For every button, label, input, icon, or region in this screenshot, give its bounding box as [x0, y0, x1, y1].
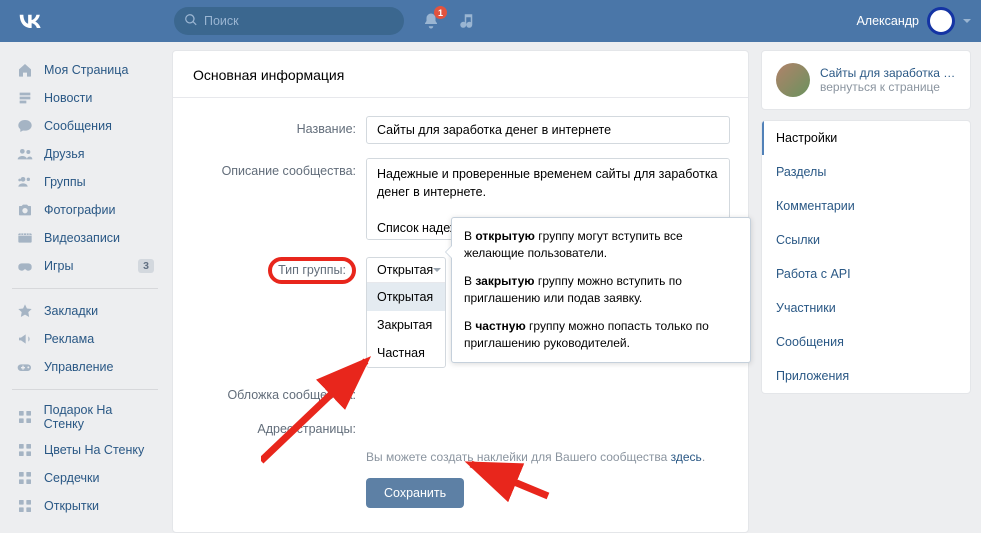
nav-item[interactable]: Управление: [10, 353, 160, 381]
select-value[interactable]: Открытая: [367, 258, 445, 282]
annotation-arrow: [463, 456, 553, 506]
community-name: Сайты для заработка де...: [820, 66, 960, 80]
nav-label: Закладки: [44, 304, 98, 318]
nav-item[interactable]: Сердечки: [10, 464, 160, 492]
nav-item[interactable]: Моя Страница: [10, 56, 160, 84]
sticker-hint-suffix: .: [702, 450, 705, 464]
groups-icon: [16, 173, 34, 191]
home-icon: [16, 61, 34, 79]
user-avatar: [927, 7, 955, 35]
nav-item[interactable]: Открытки: [10, 492, 160, 520]
search-icon: [184, 13, 204, 30]
nav-label: Игры: [44, 259, 73, 273]
group-type-tooltip: В открытую группу могут вступить все жел…: [451, 217, 751, 363]
notif-badge: 1: [434, 6, 447, 19]
video-icon: [16, 229, 34, 247]
app-icon: [16, 441, 34, 459]
label-group-type: Тип группы:: [268, 257, 356, 284]
manage-icon: [16, 358, 34, 376]
header-icons: 1: [422, 12, 476, 30]
app-icon: [16, 497, 34, 515]
username: Александр: [856, 14, 919, 28]
nav-item[interactable]: Игры 3: [10, 252, 160, 280]
right-sidebar: Сайты для заработка де... вернуться к ст…: [761, 50, 971, 394]
select-current: Открытая: [377, 263, 433, 277]
main-panel: Основная информация Название: Описание с…: [172, 50, 749, 533]
settings-tab[interactable]: Работа с API: [762, 257, 970, 291]
nav-label: Группы: [44, 175, 86, 189]
ads-icon: [16, 330, 34, 348]
games-icon: [16, 257, 34, 275]
nav-label: Фотографии: [44, 203, 115, 217]
left-nav: Моя Страница Новости Сообщения Друзья Группы…: [10, 50, 160, 528]
label-name: Название:: [191, 116, 366, 136]
nav-label: Подарок На Стенку: [44, 403, 154, 431]
search-box[interactable]: [174, 7, 404, 35]
friends-icon: [16, 145, 34, 163]
settings-tab[interactable]: Сообщения: [762, 325, 970, 359]
nav-label: Моя Страница: [44, 63, 128, 77]
nav-label: Сообщения: [44, 119, 112, 133]
settings-tab[interactable]: Приложения: [762, 359, 970, 393]
nav-label: Управление: [44, 360, 114, 374]
chevron-down-icon: [433, 268, 441, 272]
nav-item[interactable]: Реклама: [10, 325, 160, 353]
nav-label: Реклама: [44, 332, 94, 346]
name-input[interactable]: [366, 116, 730, 144]
nav-label: Новости: [44, 91, 92, 105]
nav-divider: [12, 389, 158, 390]
sticker-hint-link[interactable]: здесь: [671, 450, 702, 464]
chevron-down-icon: [963, 19, 971, 23]
music-icon[interactable]: [458, 12, 476, 30]
community-avatar: [776, 63, 810, 97]
select-option[interactable]: Открытая: [367, 283, 445, 311]
label-description: Описание сообщества:: [191, 158, 366, 178]
annotation-arrow: [261, 351, 381, 471]
notifications-icon[interactable]: 1: [422, 12, 440, 30]
app-icon: [16, 408, 34, 426]
community-card[interactable]: Сайты для заработка де... вернуться к ст…: [761, 50, 971, 110]
tooltip-arrow-icon: [446, 246, 452, 258]
nav-item[interactable]: Фотографии: [10, 196, 160, 224]
nav-badge: 3: [138, 259, 154, 273]
settings-tab[interactable]: Разделы: [762, 155, 970, 189]
nav-label: Сердечки: [44, 471, 99, 485]
settings-tabs: НастройкиРазделыКомментарииСсылкиРабота …: [761, 120, 971, 394]
save-button[interactable]: Сохранить: [366, 478, 464, 508]
news-icon: [16, 89, 34, 107]
user-menu[interactable]: Александр: [856, 7, 971, 35]
app-icon: [16, 469, 34, 487]
nav-item[interactable]: Подарок На Стенку: [10, 398, 160, 436]
nav-item[interactable]: Сообщения: [10, 112, 160, 140]
nav-item[interactable]: Видеозаписи: [10, 224, 160, 252]
nav-divider: [12, 288, 158, 289]
photo-icon: [16, 201, 34, 219]
page-title: Основная информация: [173, 51, 748, 98]
select-option[interactable]: Закрытая: [367, 311, 445, 339]
nav-item[interactable]: Цветы На Стенку: [10, 436, 160, 464]
msg-icon: [16, 117, 34, 135]
nav-item[interactable]: Друзья: [10, 140, 160, 168]
nav-label: Цветы На Стенку: [44, 443, 144, 457]
search-input[interactable]: [204, 14, 394, 28]
nav-item[interactable]: Новости: [10, 84, 160, 112]
top-header: 1 Александр: [0, 0, 981, 42]
star-icon: [16, 302, 34, 320]
nav-item[interactable]: Закладки: [10, 297, 160, 325]
nav-label: Открытки: [44, 499, 99, 513]
nav-item[interactable]: Группы: [10, 168, 160, 196]
settings-tab[interactable]: Настройки: [762, 121, 970, 155]
nav-label: Друзья: [44, 147, 85, 161]
settings-tab[interactable]: Ссылки: [762, 223, 970, 257]
vk-logo[interactable]: [16, 7, 44, 35]
nav-label: Видеозаписи: [44, 231, 120, 245]
back-link[interactable]: вернуться к странице: [820, 80, 960, 94]
settings-tab[interactable]: Участники: [762, 291, 970, 325]
settings-tab[interactable]: Комментарии: [762, 189, 970, 223]
